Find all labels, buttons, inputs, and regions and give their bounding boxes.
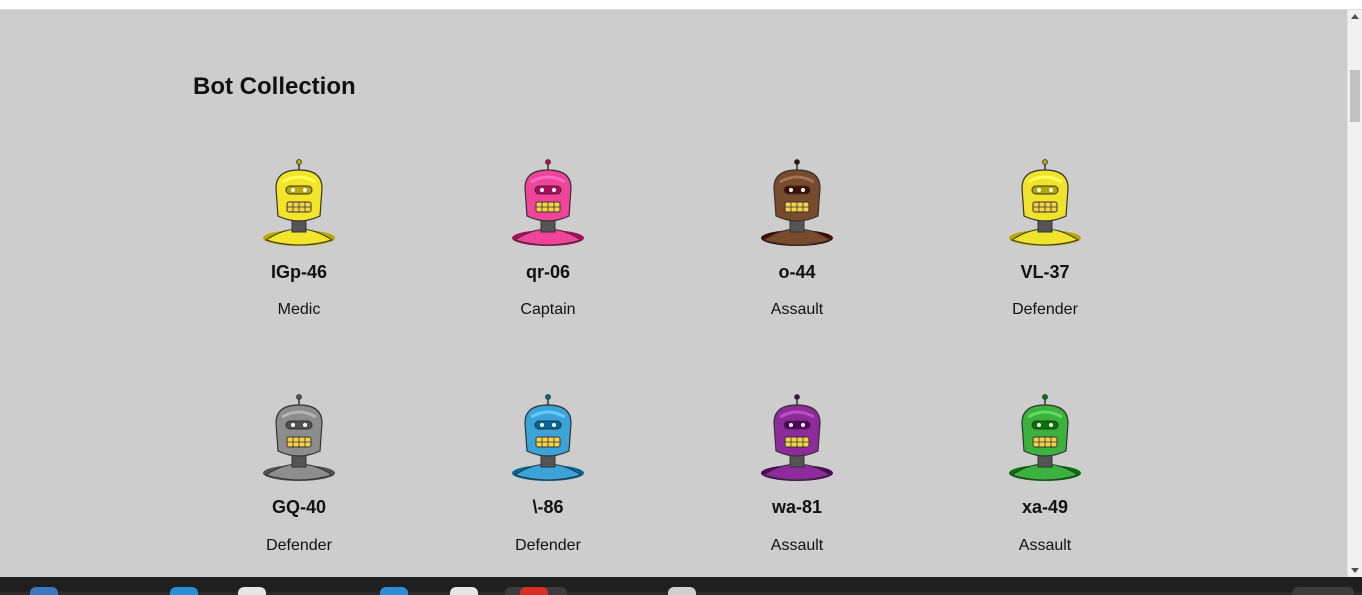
taskbar-browser-icon[interactable] <box>520 587 548 595</box>
bot-name: wa-81 <box>771 497 823 517</box>
bot-role: Medic <box>277 301 321 318</box>
bot-role: Captain <box>520 301 576 318</box>
vertical-scrollbar[interactable] <box>1347 10 1362 577</box>
scroll-thumb[interactable] <box>1350 70 1360 122</box>
page-title: Bot Collection <box>193 73 356 100</box>
bot-name: VL-37 <box>1020 262 1070 282</box>
bot-role: Assault <box>1018 537 1072 554</box>
taskbar-app-icon[interactable] <box>30 587 58 595</box>
browser-top-edge <box>0 0 1362 10</box>
bot-role: Defender <box>266 537 332 554</box>
taskbar-app-icon[interactable] <box>238 587 266 595</box>
bot-name: IGp-46 <box>270 262 327 282</box>
yellow-robot-icon[interactable] <box>1000 158 1090 248</box>
purple-robot-icon[interactable] <box>752 393 842 483</box>
bot-name: \-86 <box>532 497 564 517</box>
scroll-down-icon[interactable] <box>1351 568 1359 573</box>
yellow-robot-icon[interactable] <box>254 158 344 248</box>
taskbar-tray[interactable] <box>1292 587 1354 595</box>
brown-robot-icon[interactable] <box>752 158 842 248</box>
taskbar-app-icon[interactable] <box>170 587 198 595</box>
bot-role: Assault <box>770 537 824 554</box>
bot-role: Defender <box>515 537 581 554</box>
taskbar <box>0 577 1362 595</box>
taskbar-app-icon[interactable] <box>380 587 408 595</box>
bot-role: Defender <box>1012 301 1078 318</box>
taskbar-app-icon[interactable] <box>450 587 478 595</box>
blue-robot-icon[interactable] <box>503 393 593 483</box>
taskbar-app-icon[interactable] <box>668 587 696 595</box>
bot-role: Assault <box>770 301 824 318</box>
bot-name: qr-06 <box>525 262 570 282</box>
green-robot-icon[interactable] <box>1000 393 1090 483</box>
gray-robot-icon[interactable] <box>254 393 344 483</box>
bot-name: o-44 <box>778 262 816 282</box>
bot-name: xa-49 <box>1021 497 1069 517</box>
page-viewport: Bot Collection IGp-46 Medic qr-06 Captai… <box>0 10 1347 577</box>
pink-robot-icon[interactable] <box>503 158 593 248</box>
scroll-up-icon[interactable] <box>1351 14 1359 19</box>
bot-name: GQ-40 <box>271 497 327 517</box>
